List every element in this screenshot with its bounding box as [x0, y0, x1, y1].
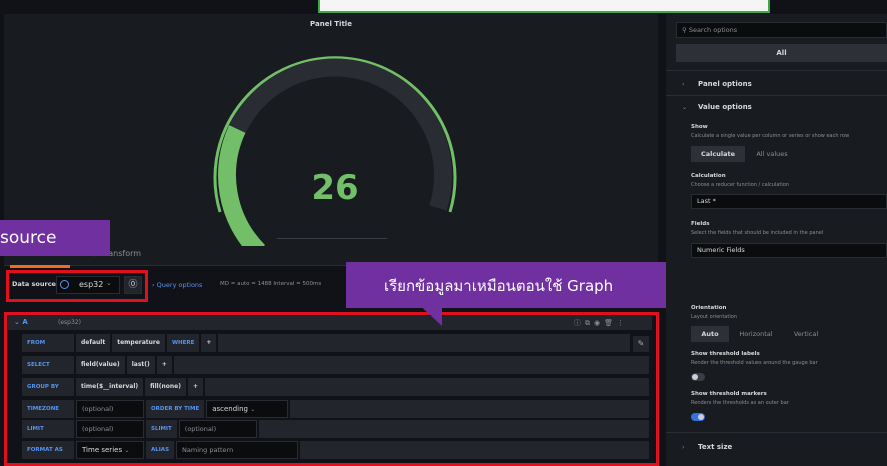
- divider: [666, 70, 887, 71]
- all-options-button[interactable]: All: [676, 44, 887, 62]
- orientation-description: Layout orientation: [691, 314, 737, 320]
- toggle-knob: [692, 374, 698, 380]
- divider: [666, 95, 887, 96]
- section-text-size[interactable]: Text size: [698, 443, 732, 451]
- gauge-value: 26: [311, 168, 359, 208]
- threshold-labels-toggle[interactable]: [691, 373, 705, 381]
- toggle-knob: [698, 414, 704, 420]
- show-label: Show: [691, 124, 708, 130]
- search-icon: ⚲: [682, 26, 689, 34]
- query-options-button[interactable]: › Query options: [152, 281, 202, 289]
- threshold-labels-description: Render the threshold values around the g…: [691, 360, 818, 366]
- all-values-button[interactable]: All values: [745, 146, 799, 162]
- orientation-label: Orientation: [691, 305, 727, 311]
- calculation-select[interactable]: Last *: [691, 194, 887, 209]
- threshold-markers-description: Renders the thresholds as an outer bar: [691, 400, 789, 406]
- chevron-right-icon: ›: [682, 444, 685, 451]
- orientation-horizontal-button[interactable]: Horizontal: [729, 326, 783, 342]
- orientation-auto-button[interactable]: Auto: [691, 326, 729, 342]
- gauge-divider: [277, 238, 387, 239]
- section-value-options[interactable]: Value options: [698, 103, 752, 111]
- search-options-input[interactable]: ⚲ Search options: [676, 22, 887, 38]
- show-description: Calculate a single value per column or s…: [691, 133, 850, 139]
- calculation-description: Choose a reducer function / calculation: [691, 182, 789, 188]
- chevron-down-icon: ⌄: [682, 104, 688, 111]
- divider: [666, 432, 887, 433]
- panel-title[interactable]: Panel Title: [0, 20, 662, 28]
- calculate-button[interactable]: Calculate: [691, 146, 745, 162]
- threshold-markers-toggle[interactable]: [691, 413, 705, 421]
- active-tab-indicator: [10, 265, 70, 268]
- threshold-labels-label: Show threshold labels: [691, 351, 760, 357]
- fields-label: Fields: [691, 221, 710, 227]
- query-options-meta: MD = auto = 1488 Interval = 500ms: [220, 281, 322, 287]
- fields-description: Select the fields that should be include…: [691, 230, 824, 236]
- callout-source: source: [0, 220, 110, 256]
- highlight-box-green: [318, 0, 770, 13]
- orientation-vertical-button[interactable]: Vertical: [783, 326, 829, 342]
- section-panel-options[interactable]: Panel options: [698, 80, 752, 88]
- chevron-right-icon: ›: [682, 81, 685, 88]
- gauge: [213, 56, 457, 250]
- highlight-box-datasource: [6, 270, 148, 302]
- gauge-value-bar: [218, 125, 266, 250]
- calculation-label: Calculation: [691, 173, 726, 179]
- highlight-box-query: [4, 312, 659, 466]
- threshold-markers-label: Show threshold markers: [691, 391, 767, 397]
- fields-select[interactable]: Numeric Fields: [691, 243, 887, 258]
